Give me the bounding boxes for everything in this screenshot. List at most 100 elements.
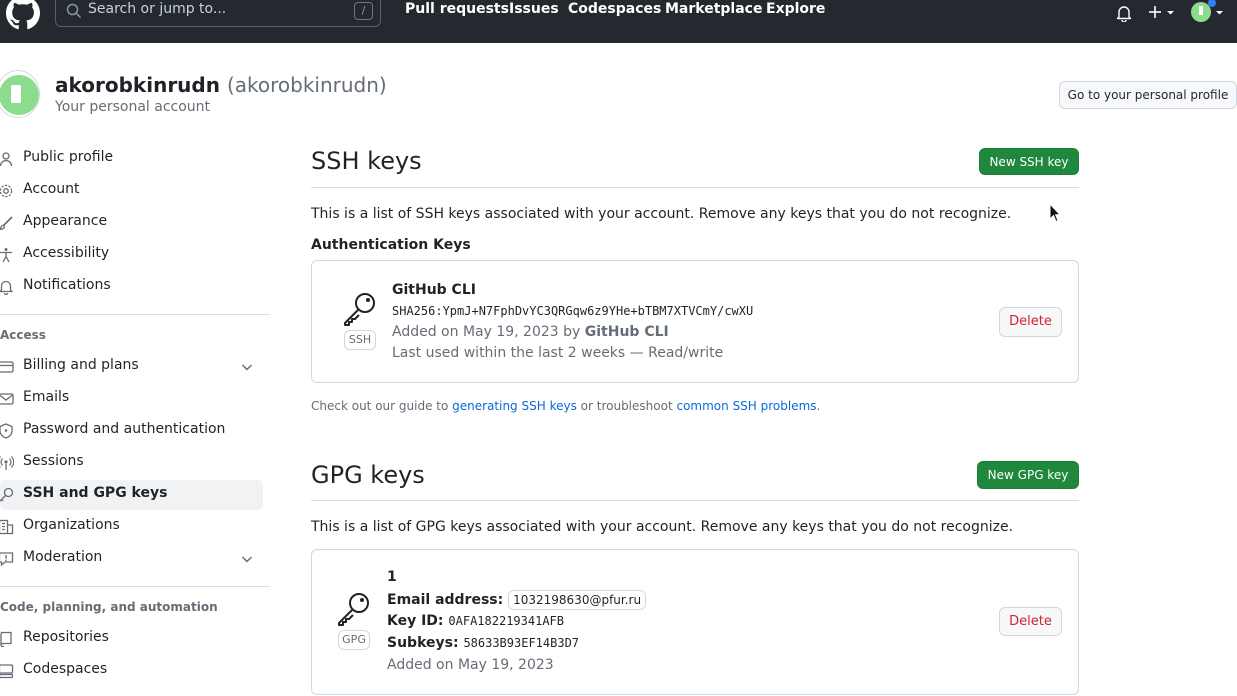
sidebar-item-codespaces[interactable]: Codespaces bbox=[0, 656, 263, 686]
user-display-name: akorobkinrudn bbox=[55, 73, 220, 97]
ssh-key-last-used: Last used within the last 2 weeks — Read… bbox=[392, 345, 724, 361]
chevron-down-icon[interactable] bbox=[240, 360, 254, 374]
nav-codespaces[interactable]: Codespaces bbox=[568, 1, 661, 17]
sidebar-item-label: SSH and GPG keys bbox=[23, 485, 168, 501]
sidebar-item-label: Accessibility bbox=[23, 245, 110, 261]
search-shortcut-key: / bbox=[354, 2, 373, 20]
nav-issues[interactable]: Issues bbox=[509, 1, 559, 17]
sidebar-section-code: Code, planning, and automation bbox=[0, 600, 218, 614]
sidebar-item-label: Account bbox=[23, 181, 80, 197]
sidebar-divider bbox=[0, 314, 270, 315]
search-icon bbox=[66, 3, 82, 19]
generating-ssh-keys-link[interactable]: generating SSH keys bbox=[452, 399, 577, 413]
organization-icon bbox=[0, 519, 14, 535]
search-input[interactable]: Search or jump to... bbox=[88, 1, 226, 17]
ssh-key-card: SSH GitHub CLI SHA256:YpmJ+N7FphDvYC3QRG… bbox=[311, 260, 1079, 383]
create-new-icon[interactable] bbox=[1148, 5, 1176, 21]
sidebar-divider bbox=[0, 586, 270, 587]
gpg-email-row: Email address: 1032198630@pfur.ru bbox=[387, 590, 647, 610]
avatar bbox=[0, 70, 40, 118]
gpg-subkeys-label: Subkeys: bbox=[387, 635, 459, 651]
note-text: . bbox=[816, 399, 821, 413]
sidebar-item-label: Password and authentication bbox=[23, 421, 226, 437]
gpg-key-card: GPG 1 Email address: 1032198630@pfur.ru … bbox=[311, 549, 1079, 695]
gpg-keyid-row: Key ID: 0AFA182219341AFB bbox=[387, 613, 564, 629]
ssh-key-added-text: Added on May 19, 2023 by bbox=[392, 324, 581, 340]
chevron-down-icon[interactable] bbox=[240, 552, 254, 566]
shield-icon bbox=[0, 423, 13, 439]
sidebar-item-billing[interactable]: Billing and plans bbox=[0, 352, 263, 382]
codespaces-icon bbox=[0, 664, 14, 679]
delete-gpg-key-button[interactable]: Delete bbox=[999, 607, 1062, 636]
sidebar-item-sessions[interactable]: Sessions bbox=[0, 448, 263, 478]
ssh-key-title: GitHub CLI bbox=[392, 282, 476, 298]
new-ssh-key-button[interactable]: New SSH key bbox=[979, 148, 1079, 175]
sidebar-item-appearance[interactable]: Appearance bbox=[0, 208, 263, 238]
gpg-subkeys-value: 58633B93EF14B3D7 bbox=[463, 636, 580, 650]
common-ssh-problems-link[interactable]: common SSH problems bbox=[676, 399, 816, 413]
bell-icon bbox=[0, 280, 13, 295]
sidebar-item-repositories[interactable]: Repositories bbox=[0, 624, 263, 654]
sidebar-item-organizations[interactable]: Organizations bbox=[0, 512, 263, 542]
sidebar-item-password-authentication[interactable]: Password and authentication bbox=[0, 416, 263, 446]
top-header: Search or jump to... / Pull requests Iss… bbox=[0, 0, 1237, 43]
gpg-keyid-label: Key ID: bbox=[387, 613, 444, 629]
credit-card-icon bbox=[0, 361, 14, 373]
mail-icon bbox=[0, 393, 14, 405]
sidebar-item-emails[interactable]: Emails bbox=[0, 384, 263, 414]
sidebar-section-access: Access bbox=[0, 328, 46, 342]
section-divider bbox=[311, 500, 1079, 501]
go-to-profile-button[interactable]: Go to your personal profile bbox=[1059, 81, 1237, 109]
gpg-email-value: 1032198630@pfur.ru bbox=[508, 590, 647, 610]
page-title: akorobkinrudn (akorobkinrudn) bbox=[55, 73, 387, 97]
new-gpg-key-button[interactable]: New GPG key bbox=[977, 461, 1079, 489]
sidebar-item-label: Emails bbox=[23, 389, 70, 405]
broadcast-icon bbox=[0, 456, 14, 470]
key-icon bbox=[338, 593, 369, 626]
authentication-keys-heading: Authentication Keys bbox=[311, 237, 471, 253]
sidebar-item-moderation[interactable]: Moderation bbox=[0, 544, 263, 574]
sidebar-item-label: Repositories bbox=[23, 629, 109, 645]
gpg-email-label: Email address: bbox=[387, 592, 504, 608]
key-icon bbox=[344, 293, 375, 326]
github-logo-icon[interactable] bbox=[6, 0, 40, 30]
ssh-keys-heading: SSH keys bbox=[311, 147, 422, 175]
user-login: (akorobkinrudn) bbox=[226, 73, 387, 97]
sidebar-item-label: Organizations bbox=[23, 517, 120, 533]
gpg-subkeys-row: Subkeys: 58633B93EF14B3D7 bbox=[387, 635, 579, 651]
gpg-description: This is a list of GPG keys associated wi… bbox=[311, 519, 1014, 535]
nav-marketplace[interactable]: Marketplace bbox=[665, 1, 762, 17]
sidebar-item-label: Notifications bbox=[23, 277, 111, 293]
gpg-key-added: Added on May 19, 2023 bbox=[387, 657, 554, 673]
nav-explore[interactable]: Explore bbox=[766, 1, 825, 17]
ssh-key-type-badge: SSH bbox=[344, 330, 376, 350]
nav-pull-requests[interactable]: Pull requests bbox=[405, 1, 509, 17]
accessibility-icon bbox=[0, 248, 12, 263]
bell-icon[interactable] bbox=[1116, 4, 1132, 22]
sidebar-item-public-profile[interactable]: Public profile bbox=[0, 144, 263, 174]
sidebar-item-account[interactable]: Account bbox=[0, 176, 263, 206]
note-text: Check out our guide to bbox=[311, 399, 449, 413]
sidebar-item-label: Codespaces bbox=[23, 661, 108, 677]
sidebar-item-label: Public profile bbox=[23, 149, 114, 165]
sidebar-item-label: Moderation bbox=[23, 549, 103, 565]
ssh-key-added: Added on May 19, 2023 by GitHub CLI bbox=[392, 324, 669, 340]
ssh-key-fingerprint: SHA256:YpmJ+N7FphDvYC3QRGqw6z9YHe+bTBM7X… bbox=[392, 304, 754, 318]
section-divider bbox=[311, 187, 1079, 188]
gpg-keyid-value: 0AFA182219341AFB bbox=[448, 614, 564, 628]
sidebar-item-ssh-gpg-keys[interactable]: SSH and GPG keys bbox=[0, 480, 263, 510]
sidebar-item-label: Billing and plans bbox=[23, 357, 139, 373]
sidebar-item-accessibility[interactable]: Accessibility bbox=[0, 240, 263, 270]
user-avatar-menu-icon[interactable] bbox=[1190, 0, 1226, 24]
gpg-key-title: 1 bbox=[387, 569, 397, 585]
paintbrush-icon bbox=[0, 216, 13, 231]
gear-icon bbox=[0, 184, 13, 198]
delete-ssh-key-button[interactable]: Delete bbox=[999, 307, 1062, 337]
key-icon bbox=[0, 487, 14, 502]
gpg-keys-heading: GPG keys bbox=[311, 461, 425, 489]
sidebar-item-notifications[interactable]: Notifications bbox=[0, 272, 263, 302]
report-icon bbox=[0, 552, 14, 567]
sidebar-item-label: Appearance bbox=[23, 213, 108, 229]
account-subtitle: Your personal account bbox=[55, 99, 211, 115]
sidebar-item-label: Sessions bbox=[23, 453, 84, 469]
